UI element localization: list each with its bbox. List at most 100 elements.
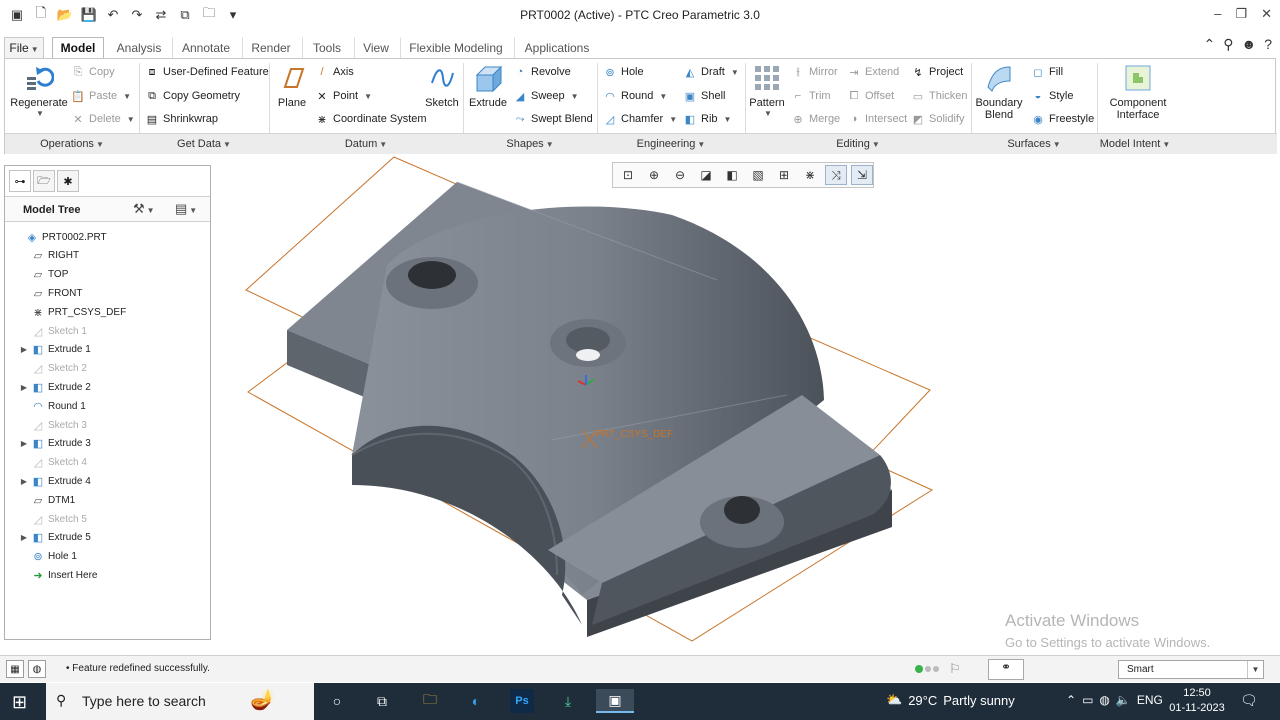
close-icon[interactable]: ✕: [1261, 6, 1272, 22]
group-get-data[interactable]: Get Data ▼: [139, 138, 269, 150]
draft-button[interactable]: ◭ Draft ▼: [683, 63, 739, 81]
tree-node[interactable]: ▱ DTM1: [19, 491, 75, 509]
search-icon[interactable]: ⚲: [1223, 36, 1233, 53]
tree-node[interactable]: ◿ Sketch 2: [19, 360, 87, 378]
tree-node[interactable]: ▱ FRONT: [19, 284, 83, 302]
zoom-in-icon[interactable]: ⊕: [643, 165, 665, 185]
photoshop-icon[interactable]: Ps: [510, 689, 534, 713]
group-operations[interactable]: Operations ▼: [5, 138, 139, 150]
paste-button[interactable]: 📋 Paste ▼: [71, 87, 131, 105]
weather-widget[interactable]: ⛅ 29°C Partly sunny: [886, 692, 1015, 708]
cortana-icon[interactable]: ○: [325, 689, 349, 713]
tree-node[interactable]: ◿ Sketch 4: [19, 454, 87, 472]
tab-tools[interactable]: Tools: [302, 37, 352, 59]
pattern-button[interactable]: Pattern ▼: [747, 63, 787, 118]
expand-arrow-icon[interactable]: ▶: [19, 439, 29, 448]
shrinkwrap-button[interactable]: ▤ Shrinkwrap: [145, 110, 218, 128]
delete-button[interactable]: ✕ Delete ▼: [71, 110, 134, 128]
refit-icon[interactable]: ⊡: [617, 165, 639, 185]
network-icon[interactable]: ◍: [1099, 693, 1109, 707]
hole-button[interactable]: ⊚ Hole: [603, 63, 643, 81]
merge-button[interactable]: ⊕ Merge: [791, 110, 840, 128]
tree-node[interactable]: ▱ TOP: [19, 266, 69, 284]
tab-model[interactable]: Model: [52, 37, 104, 59]
creo-taskbar-icon[interactable]: ▣: [596, 689, 634, 713]
tree-node[interactable]: ⋇ PRT_CSYS_DEF: [19, 303, 126, 321]
tab-view[interactable]: View: [354, 37, 398, 59]
favorites-tab[interactable]: ✱: [57, 170, 79, 192]
flag-icon[interactable]: ⚐: [949, 661, 961, 677]
minimize-icon[interactable]: –: [1214, 6, 1221, 22]
tree-node[interactable]: ⊚ Hole 1: [19, 548, 77, 566]
group-engineering[interactable]: Engineering ▼: [597, 138, 745, 150]
group-editing[interactable]: Editing ▼: [745, 138, 971, 150]
project-button[interactable]: ↯ Project: [911, 63, 963, 81]
tree-node[interactable]: ◿ Sketch 3: [19, 416, 87, 434]
tab-applications[interactable]: Applications: [514, 37, 600, 59]
copy-geometry-button[interactable]: ⧉ Copy Geometry: [145, 87, 240, 105]
axis-button[interactable]: / Axis: [315, 63, 353, 81]
tab-annotate[interactable]: Annotate: [172, 37, 240, 59]
component-interface-button[interactable]: Component Interface: [1103, 63, 1173, 121]
windows-start-icon[interactable]: ⊞: [12, 692, 27, 713]
coordinate-system-button[interactable]: ⋇ Coordinate System: [315, 110, 426, 128]
chamfer-button[interactable]: ◿ Chamfer ▼: [603, 110, 677, 128]
volume-icon[interactable]: 🔈: [1116, 693, 1131, 707]
file-explorer-icon[interactable]: 🗀: [418, 689, 442, 713]
folder-browser-tab[interactable]: 🗁: [33, 170, 55, 192]
toggle-navigator-icon[interactable]: ▦: [6, 660, 24, 678]
tree-node[interactable]: ➜ Insert Here: [19, 566, 97, 584]
boundary-blend-button[interactable]: Boundary Blend: [973, 63, 1025, 121]
edge-icon[interactable]: ◐: [464, 689, 488, 713]
collapse-ribbon-icon[interactable]: ⌃: [1203, 36, 1215, 53]
annotation-display-icon[interactable]: ⇲: [851, 165, 873, 185]
extend-button[interactable]: ⇥ Extend: [847, 63, 899, 81]
zoom-out-icon[interactable]: ⊖: [669, 165, 691, 185]
notification-icon[interactable]: 🗨: [1240, 692, 1258, 709]
regenerate-button[interactable]: Regenerate ▼: [9, 63, 69, 118]
show-hidden-icons-icon[interactable]: ⌃: [1066, 693, 1076, 707]
sketch-button[interactable]: Sketch: [423, 63, 461, 109]
display-style-icon[interactable]: ◧: [721, 165, 743, 185]
clock[interactable]: 12:50 01-11-2023: [1166, 686, 1228, 716]
style-button[interactable]: ◒ Style: [1031, 87, 1074, 105]
swept-blend-button[interactable]: ⤳ Swept Blend: [513, 110, 593, 128]
expand-arrow-icon[interactable]: ▶: [19, 533, 29, 542]
mirror-button[interactable]: ⫲ Mirror: [791, 63, 838, 81]
tree-node[interactable]: ◿ Sketch 1: [19, 322, 87, 340]
graphics-area[interactable]: PRT_CSYS_DEF: [212, 155, 1280, 652]
tree-node[interactable]: ▱ RIGHT: [19, 247, 79, 265]
task-view-icon[interactable]: ⧉: [370, 689, 394, 713]
taskbar-search[interactable]: ⚲ Type here to search 🪔: [46, 683, 314, 720]
solidify-button[interactable]: ◩ Solidify: [911, 110, 965, 128]
selection-filter-dropdown[interactable]: Smart ▼: [1118, 660, 1264, 679]
tab-analysis[interactable]: Analysis: [108, 37, 170, 59]
group-datum[interactable]: Datum ▼: [269, 138, 463, 150]
intersect-button[interactable]: ◑ Intersect: [847, 110, 908, 128]
spin-center-display-icon[interactable]: ⤨: [825, 165, 847, 185]
tab-file[interactable]: File ▼: [4, 37, 44, 59]
plane-button[interactable]: Plane: [273, 63, 311, 109]
fill-button[interactable]: ◻ Fill: [1031, 63, 1063, 81]
point-button[interactable]: ✕ Point ▼: [315, 87, 372, 105]
expand-arrow-icon[interactable]: ▶: [19, 345, 29, 354]
tree-node[interactable]: ▶ ◧ Extrude 4: [19, 472, 91, 490]
tree-node[interactable]: ◠ Round 1: [19, 397, 86, 415]
revolve-button[interactable]: ◔ Revolve: [513, 63, 571, 81]
community-icon[interactable]: ☻: [1241, 36, 1256, 53]
shell-button[interactable]: ▣ Shell: [683, 87, 726, 105]
tree-show-icon[interactable]: ▤ ▼: [175, 201, 197, 217]
group-surfaces[interactable]: Surfaces ▼: [971, 138, 1097, 150]
group-model-intent[interactable]: Model Intent ▼: [1097, 138, 1173, 150]
restore-icon[interactable]: ❐: [1235, 6, 1247, 22]
trim-button[interactable]: ⌐ Trim: [791, 87, 831, 105]
saved-orientations-icon[interactable]: ▧: [747, 165, 769, 185]
sweep-button[interactable]: ◢ Sweep ▼: [513, 87, 579, 105]
tree-node[interactable]: ◿ Sketch 5: [19, 510, 87, 528]
group-shapes[interactable]: Shapes ▼: [463, 138, 597, 150]
expand-arrow-icon[interactable]: ▶: [19, 383, 29, 392]
tree-settings-icon[interactable]: ⚒ ▼: [133, 201, 155, 217]
rib-button[interactable]: ◧ Rib ▼: [683, 110, 732, 128]
thicken-button[interactable]: ▭ Thicken: [911, 87, 968, 105]
user-defined-feature-button[interactable]: ⧈ User-Defined Feature: [145, 63, 269, 81]
